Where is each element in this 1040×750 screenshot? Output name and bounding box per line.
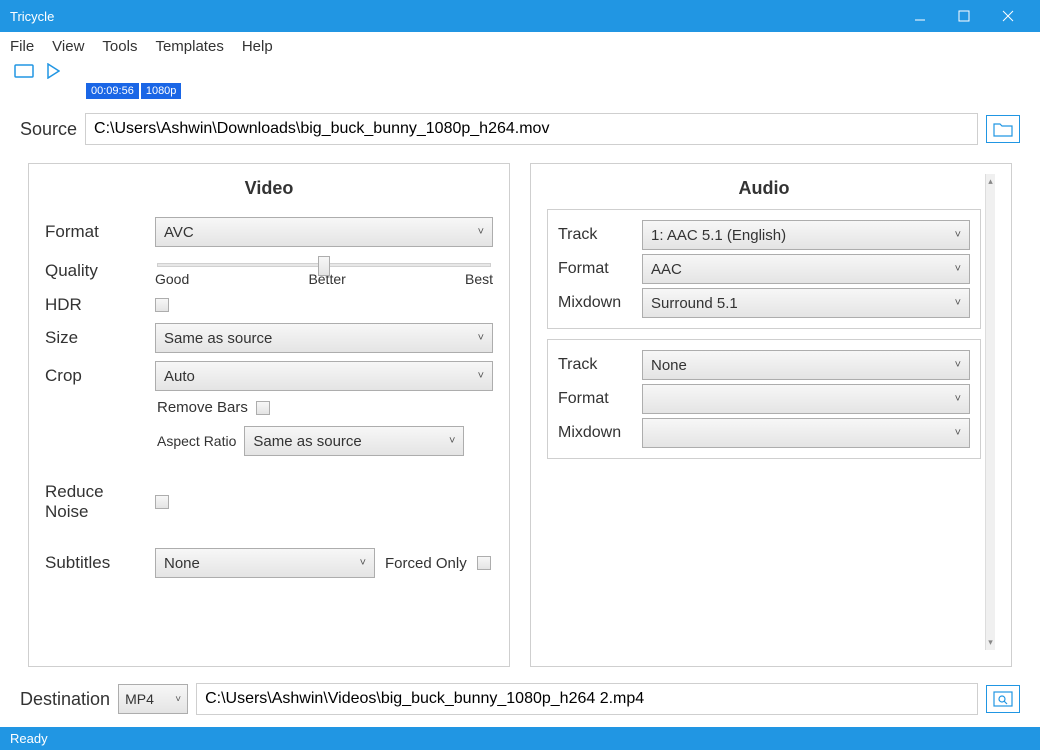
window-title: Tricycle [10, 9, 898, 24]
audio1-mixdown-label: Mixdown [558, 294, 632, 312]
remove-bars-label: Remove Bars [157, 399, 248, 416]
browse-source-button[interactable] [986, 115, 1020, 143]
quality-good: Good [155, 271, 189, 287]
menu-view[interactable]: View [52, 38, 84, 55]
menu-file[interactable]: File [10, 38, 34, 55]
statusbar: Ready [0, 727, 1040, 750]
audio-group-1: Track 1: AAC 5.1 (English) Format AAC Mi… [547, 209, 981, 329]
forced-only-label: Forced Only [385, 555, 467, 572]
audio2-format-select[interactable] [642, 384, 970, 414]
titlebar: Tricycle [0, 0, 1040, 32]
size-select[interactable]: Same as source [155, 323, 493, 353]
forced-only-checkbox[interactable] [477, 556, 491, 570]
video-title: Video [45, 174, 493, 209]
subtitles-label: Subtitles [45, 553, 145, 573]
quality-label: Quality [45, 261, 145, 281]
menu-tools[interactable]: Tools [102, 38, 137, 55]
audio2-mixdown-label: Mixdown [558, 424, 632, 442]
audio2-format-label: Format [558, 390, 632, 408]
container-select[interactable]: MP4 [118, 684, 188, 714]
play-icon[interactable] [46, 63, 60, 79]
video-format-label: Format [45, 222, 145, 242]
aspect-select[interactable]: Same as source [244, 426, 464, 456]
hdr-label: HDR [45, 295, 145, 315]
maximize-button[interactable] [942, 0, 986, 32]
aspect-label: Aspect Ratio [157, 433, 236, 449]
source-label: Source [20, 119, 77, 140]
duration-tag: 00:09:56 [86, 83, 139, 99]
video-format-select[interactable]: AVC [155, 217, 493, 247]
audio-title: Audio [547, 174, 981, 209]
scroll-up-icon[interactable]: ▴ [988, 176, 993, 187]
preview-icon[interactable] [14, 64, 34, 78]
audio-scrollbar[interactable]: ▴ ▾ [985, 174, 995, 650]
status-text: Ready [10, 731, 48, 746]
search-folder-icon [993, 691, 1013, 707]
browse-destination-button[interactable] [986, 685, 1020, 713]
crop-label: Crop [45, 366, 145, 386]
audio-group-2: Track None Format Mixdown [547, 339, 981, 459]
slider-thumb[interactable] [318, 256, 330, 276]
video-panel: Video Format AVC Quality Good Better Bes… [28, 163, 510, 667]
destination-label: Destination [20, 689, 110, 710]
audio2-track-select[interactable]: None [642, 350, 970, 380]
menubar: File View Tools Templates Help [0, 32, 1040, 61]
audio1-format-select[interactable]: AAC [642, 254, 970, 284]
audio2-mixdown-select[interactable] [642, 418, 970, 448]
reduce-noise-checkbox[interactable] [155, 495, 169, 509]
crop-select[interactable]: Auto [155, 361, 493, 391]
minimize-button[interactable] [898, 0, 942, 32]
source-input[interactable] [85, 113, 978, 145]
reduce-noise-label: Reduce Noise [45, 482, 145, 522]
resolution-tag: 1080p [141, 83, 182, 99]
audio2-track-label: Track [558, 356, 632, 374]
audio1-track-select[interactable]: 1: AAC 5.1 (English) [642, 220, 970, 250]
audio1-track-label: Track [558, 226, 632, 244]
close-button[interactable] [986, 0, 1030, 32]
size-label: Size [45, 328, 145, 348]
menu-templates[interactable]: Templates [155, 38, 223, 55]
scroll-down-icon[interactable]: ▾ [988, 637, 993, 648]
quality-slider[interactable] [157, 263, 491, 267]
remove-bars-checkbox[interactable] [256, 401, 270, 415]
menu-help[interactable]: Help [242, 38, 273, 55]
quality-best: Best [465, 271, 493, 287]
audio1-mixdown-select[interactable]: Surround 5.1 [642, 288, 970, 318]
folder-icon [993, 121, 1013, 137]
audio-panel: Audio Track 1: AAC 5.1 (English) Format … [530, 163, 1012, 667]
audio1-format-label: Format [558, 260, 632, 278]
destination-input[interactable] [196, 683, 978, 715]
hdr-checkbox[interactable] [155, 298, 169, 312]
subtitles-select[interactable]: None [155, 548, 375, 578]
